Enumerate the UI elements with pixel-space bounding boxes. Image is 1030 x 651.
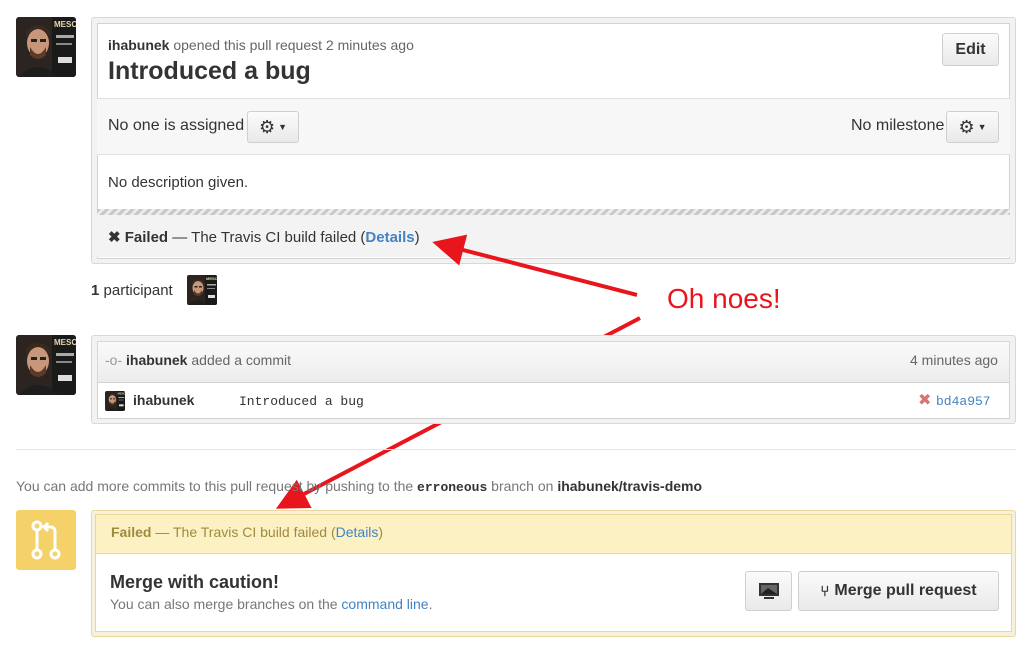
merge-status-details-link[interactable]: Details [336, 524, 379, 540]
commit-event-action: added a commit [191, 352, 291, 368]
merge-status: Failed — The Travis CI build failed (Det… [111, 524, 383, 540]
commit-avatar[interactable] [105, 391, 125, 411]
repo-name: ihabunek/travis-demo [557, 478, 703, 494]
commit-author-avatar[interactable] [16, 335, 76, 395]
open-in-desktop-button[interactable] [745, 571, 792, 611]
pull-request-icon [31, 520, 61, 560]
commit-icon: -o- [105, 352, 123, 368]
branch-name: erroneous [417, 480, 488, 495]
commit-event-time: 4 minutes ago [910, 352, 998, 368]
commit-message[interactable]: Introduced a bug [239, 394, 364, 409]
commit-author[interactable]: ihabunek [133, 392, 194, 408]
desktop-icon [758, 583, 779, 599]
merge-subtext-prefix: You can also merge branches on the [110, 596, 338, 612]
merge-status-badge [16, 510, 76, 570]
merge-status-close: ) [378, 524, 384, 540]
push-hint-prefix: You can add more commits to this pull re… [16, 478, 414, 494]
merge-pull-request-button[interactable]: ⑂ Merge pull request [798, 571, 999, 611]
commit-event-meta: -o- ihabunek added a commit [105, 352, 291, 368]
push-hint-middle: branch on [491, 478, 554, 494]
timeline-separator [16, 449, 1016, 450]
merge-subtext-suffix: . [428, 596, 433, 612]
commit-sha-link[interactable]: bd4a957 [936, 394, 991, 409]
merge-icon: ⑂ [820, 582, 830, 600]
merge-button-label: Merge pull request [834, 582, 977, 599]
commit-failed-icon[interactable]: ✖ [918, 390, 931, 410]
commit-event-author[interactable]: ihabunek [126, 352, 187, 368]
push-hint: You can add more commits to this pull re… [16, 478, 702, 495]
merge-status-label: Failed [111, 524, 152, 540]
command-line-link[interactable]: command line [341, 596, 428, 612]
merge-heading: Merge with caution! [110, 572, 280, 592]
commit-row [97, 382, 1010, 419]
commit-event-box [91, 335, 1016, 424]
merge-subtext: You can also merge branches on the comma… [110, 596, 432, 612]
merge-status-text: — The Travis CI build failed ( [155, 524, 336, 540]
